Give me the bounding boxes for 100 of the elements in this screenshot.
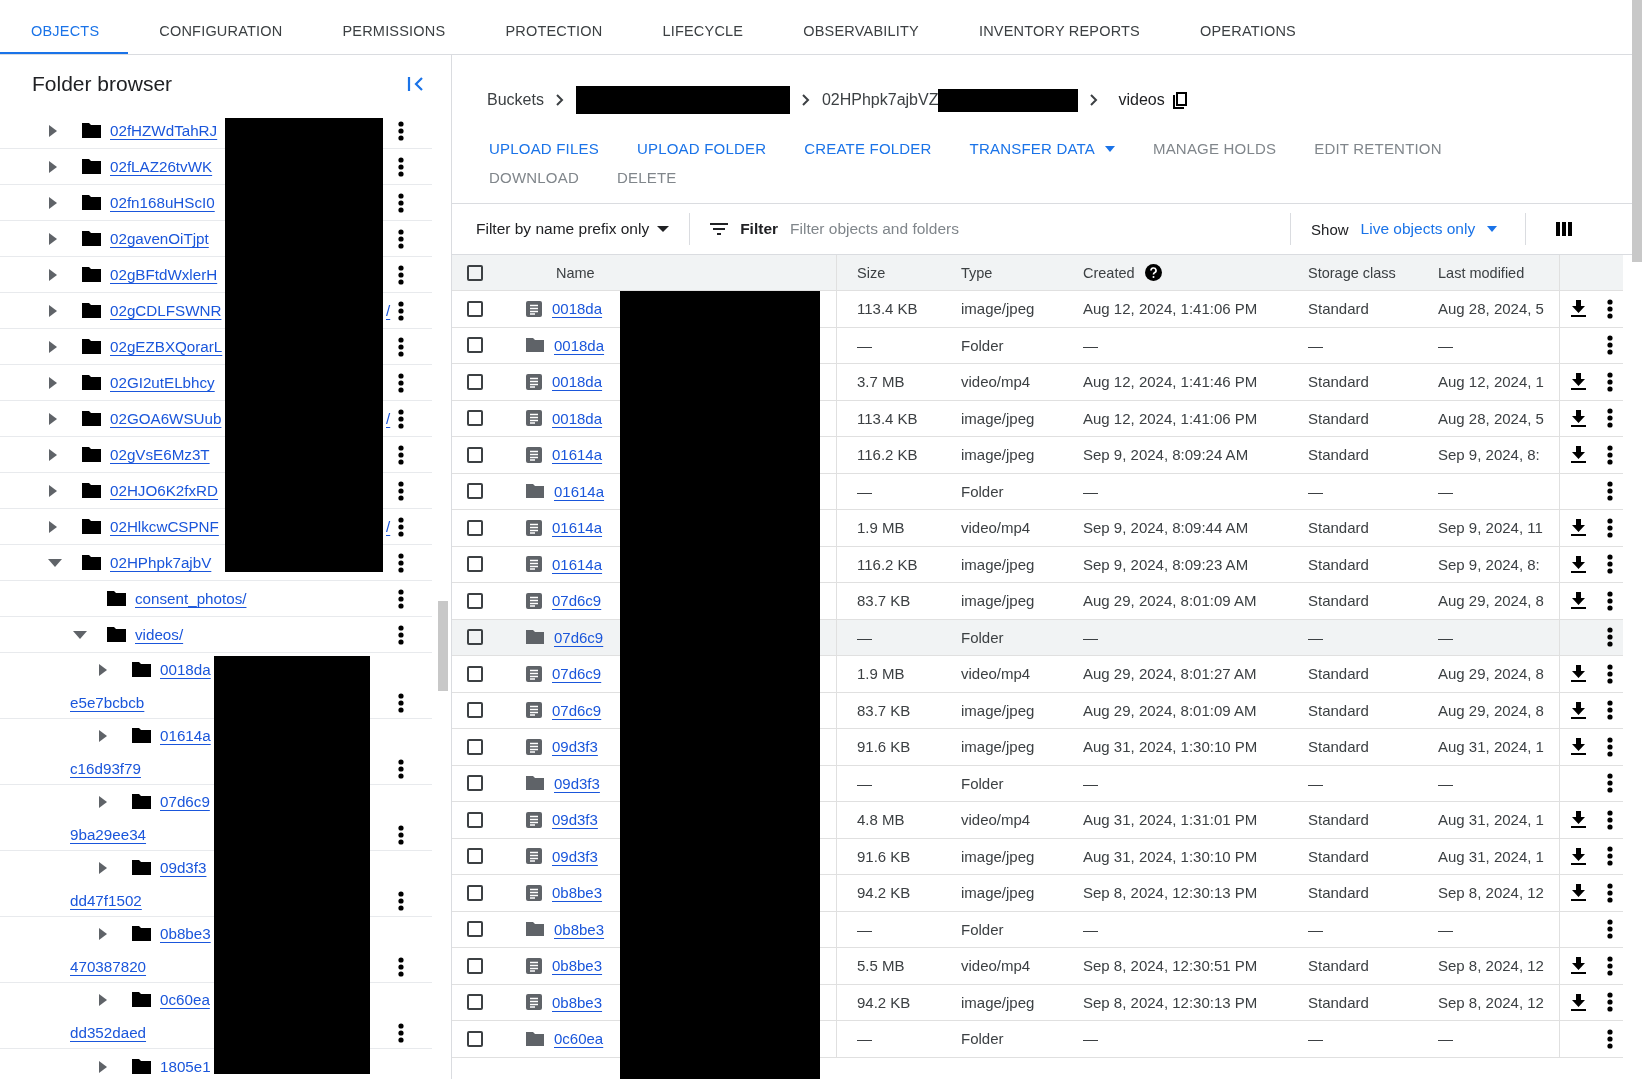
folder-link[interactable]: dd47f1502 — [70, 892, 142, 909]
folder-link[interactable]: 02HJO6K2fxRD — [110, 482, 219, 499]
object-link[interactable]: 07d6c9 — [552, 665, 602, 683]
more-icon[interactable] — [1607, 554, 1613, 575]
tab[interactable]: CONFIGURATION — [128, 0, 312, 54]
row-checkbox[interactable] — [467, 592, 483, 609]
breadcrumb-link[interactable]: 02HPhpk7ajbVZ — [821, 91, 939, 109]
expand-icon[interactable] — [48, 447, 58, 462]
folder-link[interactable]: 02HPhpk7ajbV — [110, 554, 212, 571]
more-icon[interactable] — [398, 156, 404, 177]
object-link[interactable]: 09d3f3 — [552, 738, 598, 756]
tab[interactable]: PERMISSIONS — [311, 0, 475, 54]
more-icon[interactable] — [398, 336, 404, 357]
folder-link[interactable]: consent_photos/ — [135, 590, 247, 607]
folder-link[interactable]: 470387820 — [70, 958, 147, 975]
more-icon[interactable] — [398, 300, 404, 321]
expand-icon[interactable] — [98, 794, 108, 809]
expand-icon[interactable] — [48, 411, 58, 426]
breadcrumb-link[interactable]: Buckets — [487, 91, 544, 109]
tab[interactable]: INVENTORY REPORTS — [947, 0, 1169, 54]
more-icon[interactable] — [398, 264, 404, 285]
folder-link[interactable]: dd352daed — [70, 1024, 147, 1041]
folder-link[interactable]: 02fHZWdTahRJ — [110, 122, 218, 139]
download-icon[interactable] — [1571, 884, 1586, 902]
object-link[interactable]: 0b8be3 — [554, 920, 605, 938]
folder-link[interactable]: 9ba29ee34 — [70, 826, 147, 843]
object-link[interactable]: 01614a — [552, 446, 603, 464]
more-icon[interactable] — [398, 758, 404, 779]
download-icon[interactable] — [1571, 300, 1586, 318]
collapse-icon[interactable] — [73, 629, 87, 640]
expand-icon[interactable] — [48, 519, 58, 534]
scrollbar-thumb[interactable] — [1632, 0, 1642, 262]
folder-link[interactable]: 02fn168uHScI0 — [110, 194, 215, 211]
folder-link[interactable]: videos/ — [135, 626, 184, 643]
row-checkbox[interactable] — [467, 884, 483, 901]
folder-link[interactable]: / — [386, 302, 391, 319]
more-icon[interactable] — [398, 480, 404, 501]
more-icon[interactable] — [1607, 335, 1613, 356]
live-objects-dropdown[interactable]: Live objects only — [1360, 220, 1498, 238]
expand-icon[interactable] — [48, 123, 58, 138]
collapse-panel-icon[interactable] — [407, 76, 425, 92]
more-icon[interactable] — [1607, 992, 1613, 1013]
row-checkbox[interactable] — [467, 702, 483, 719]
more-icon[interactable] — [398, 192, 404, 213]
expand-icon[interactable] — [48, 267, 58, 282]
folder-link[interactable]: 02GOA6WSUub — [110, 410, 222, 427]
download-icon[interactable] — [1571, 847, 1586, 865]
object-link[interactable]: 09d3f3 — [552, 811, 598, 829]
expand-icon[interactable] — [48, 375, 58, 390]
more-icon[interactable] — [1607, 481, 1613, 502]
column-header[interactable]: Last modified — [1438, 255, 1559, 290]
object-link[interactable]: 01614a — [552, 555, 603, 573]
folder-link[interactable]: 0c60ea — [160, 991, 210, 1008]
expand-icon[interactable] — [48, 339, 58, 354]
object-link[interactable]: 01614a — [552, 519, 603, 537]
expand-icon[interactable] — [98, 992, 108, 1007]
folder-link[interactable]: c16d93f79 — [70, 760, 141, 777]
more-icon[interactable] — [1607, 846, 1613, 867]
download-icon[interactable] — [1571, 738, 1586, 756]
folder-link[interactable]: 02gVsE6Mz3T — [110, 446, 210, 463]
download-icon[interactable] — [1571, 957, 1586, 975]
more-icon[interactable] — [1607, 919, 1613, 940]
folder-link[interactable]: 02HlkcwCSPNF — [110, 518, 219, 535]
tab[interactable]: PROTECTION — [474, 0, 632, 54]
collapse-icon[interactable] — [48, 557, 62, 568]
folder-link[interactable]: 02fLAZ26tvWK — [110, 158, 213, 175]
object-link[interactable]: 0b8be3 — [552, 993, 603, 1011]
scrollbar-thumb[interactable] — [438, 601, 448, 691]
more-icon[interactable] — [1607, 590, 1613, 611]
row-checkbox[interactable] — [467, 446, 483, 463]
more-icon[interactable] — [398, 372, 404, 393]
object-link[interactable]: 0b8be3 — [552, 884, 603, 902]
more-icon[interactable] — [1607, 736, 1613, 757]
row-checkbox[interactable] — [467, 957, 483, 974]
download-icon[interactable] — [1571, 811, 1586, 829]
folder-link[interactable]: e5e7bcbcb — [70, 694, 145, 711]
help-icon[interactable] — [1144, 264, 1162, 281]
row-checkbox[interactable] — [467, 994, 483, 1011]
object-link[interactable]: 0c60ea — [554, 1030, 604, 1048]
object-link[interactable]: 09d3f3 — [552, 847, 598, 865]
folder-link[interactable]: 02gBFtdWxlerH — [110, 266, 218, 283]
more-icon[interactable] — [1607, 517, 1613, 538]
more-icon[interactable] — [398, 588, 404, 609]
column-header[interactable]: Size — [837, 255, 961, 290]
row-checkbox[interactable] — [467, 519, 483, 536]
more-icon[interactable] — [398, 890, 404, 911]
more-icon[interactable] — [398, 692, 404, 713]
row-checkbox[interactable] — [467, 337, 483, 354]
object-link[interactable]: 0018da — [552, 373, 603, 391]
row-checkbox[interactable] — [467, 738, 483, 755]
expand-icon[interactable] — [48, 231, 58, 246]
object-link[interactable]: 07d6c9 — [552, 592, 602, 610]
tab[interactable]: OBSERVABILITY — [772, 0, 948, 54]
download-icon[interactable] — [1571, 409, 1586, 427]
row-checkbox[interactable] — [467, 1030, 483, 1047]
expand-icon[interactable] — [48, 195, 58, 210]
more-icon[interactable] — [398, 956, 404, 977]
expand-icon[interactable] — [98, 728, 108, 743]
more-icon[interactable] — [398, 228, 404, 249]
object-link[interactable]: 0b8be3 — [552, 957, 603, 975]
